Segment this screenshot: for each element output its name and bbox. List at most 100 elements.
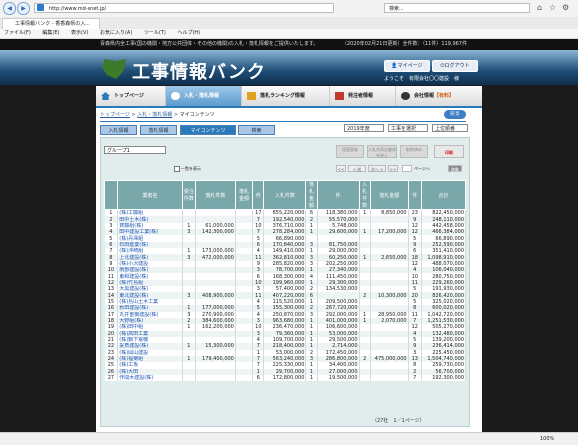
table-cell: [195, 209, 236, 217]
col-x: 落札金額: [234, 180, 254, 210]
menu-tools[interactable]: ツール(T): [144, 30, 166, 36]
table-cell: [182, 374, 196, 382]
status-bar: 100%: [0, 432, 578, 445]
table-cell: 19,500,000: [317, 374, 360, 382]
table-cell: [182, 209, 196, 217]
home-icon[interactable]: ⌂: [537, 3, 542, 12]
forward-arrow-icon[interactable]: ▶: [17, 2, 30, 15]
favorites-star-icon[interactable]: ☆: [549, 3, 556, 12]
order-select[interactable]: 上位順番: [432, 124, 468, 132]
page-label: ページへ: [414, 166, 430, 171]
tab-mycontents[interactable]: マイコンテンツ: [180, 125, 236, 135]
col-amount4: 落札金額: [369, 180, 409, 210]
table-cell: 177,000,000: [195, 305, 236, 312]
menu-edit[interactable]: 編集(E): [42, 30, 59, 36]
col-total: 合計: [420, 180, 467, 210]
tab-award[interactable]: 落札情報: [140, 125, 177, 135]
table-cell: 8,850,000: [370, 209, 409, 217]
menu-bar: ファイル(F) 編集(E) 表示(V) お気に入り(A) ツール(T) ヘルプ(…: [0, 29, 578, 39]
company-name-link[interactable]: (株)工藤組: [117, 209, 183, 217]
table-cell: [235, 209, 254, 217]
company-table: 業者名 受注件数 落札件数 落札金額 件 入札件数 落札金額 件 入札件数 落札…: [103, 180, 467, 382]
nav-top-page[interactable]: トップページ: [96, 86, 166, 106]
page-input[interactable]: [402, 165, 412, 172]
table-cell: 162,200,000: [195, 324, 236, 331]
nav-bid-info[interactable]: 入札・落札情報: [166, 86, 242, 106]
settings-gear-icon[interactable]: ⚙: [562, 3, 569, 12]
breadcrumb-top[interactable]: トップページ: [100, 112, 130, 118]
table-cell: 1,504,740,000: [421, 355, 467, 363]
table-cell: 23: [408, 209, 422, 217]
table-cell: 1,042,720,000: [421, 311, 467, 318]
table-cell: 6: [252, 374, 265, 382]
table-cell: 172,800,000: [263, 374, 307, 382]
address-bar[interactable]: http://www.md-snet.jp/: [34, 3, 334, 13]
table-cell: 118,380,000: [317, 209, 360, 217]
col-amount1: 落札件数: [194, 180, 236, 210]
col-count4: 入札件数: [358, 180, 371, 210]
table-cell: 1: [104, 209, 119, 217]
nav-ranking[interactable]: 落札ランキング情報: [242, 86, 330, 106]
col-total-count: 件: [407, 180, 422, 210]
menu-help[interactable]: ヘルプ(H): [177, 30, 200, 36]
table-cell: 173,000,000: [195, 248, 236, 255]
list-checkbox[interactable]: [174, 166, 180, 172]
col-count3: 落札金額: [305, 180, 318, 210]
register-button[interactable]: 段落登録: [336, 145, 364, 158]
table-cell: [370, 374, 409, 382]
table-cell: 27: [104, 374, 119, 382]
deleted-button[interactable]: 削除済み: [400, 145, 428, 158]
col-no: [103, 180, 119, 210]
table-cell: 270,900,000: [195, 311, 236, 318]
type-select[interactable]: 工事を選択: [388, 124, 428, 132]
breadcrumb-bid[interactable]: 入札・落札情報: [137, 112, 172, 118]
table-cell: 655,220,000: [263, 209, 307, 217]
menu-view[interactable]: 表示(V): [71, 30, 88, 36]
table-cell: 1: [305, 374, 318, 382]
table-cell: [235, 374, 254, 382]
mypage-button[interactable]: 👤マイページ: [384, 60, 430, 72]
breadcrumb: トップページ > 入札・落札情報 > マイコンテンツ: [100, 112, 215, 118]
menu-favorites[interactable]: お気に入り(A): [100, 30, 132, 36]
top-notice: 青森県内全工事(国の機関・地方公共団体・その他の機関)の入札・落札情報をご提供い…: [100, 41, 319, 47]
prev-page-button[interactable]: < 前: [348, 165, 366, 172]
year-select[interactable]: 2019年度: [344, 124, 384, 132]
col-count1: 受注件数: [181, 180, 196, 210]
group-select[interactable]: グループ1: [104, 146, 166, 154]
site-logo[interactable]: 工事情報バンク: [132, 58, 266, 84]
last-page-button[interactable]: >>: [388, 165, 398, 172]
top-notice-bar: 青森県内全工事(国の機関・地方公共団体・その他の機関)の入札・落札情報をご提供い…: [0, 39, 578, 50]
logout-button[interactable]: ⏻ログアウト: [432, 60, 478, 72]
zoom-level[interactable]: 100%: [540, 433, 554, 445]
nav-company[interactable]: 会社情報【有料】: [396, 86, 482, 106]
table-row[interactable]: 1 (株)工藤組 17 655,220,000 6 118,380,000 1 8,850,0…: [104, 209, 467, 217]
table-cell: 1,251,530,000: [421, 317, 467, 325]
update-info: （2020年02月21日更新）全件数：（11件）119,967件: [342, 41, 467, 47]
table-cell: 6: [305, 209, 318, 217]
first-page-button[interactable]: <<: [336, 165, 346, 172]
next-page-button[interactable]: 次へ >: [368, 165, 386, 172]
back-button[interactable]: 戻る: [444, 110, 466, 119]
company-name-link[interactable]: 作間木建設(株): [117, 374, 183, 382]
exclude-jv-button[interactable]: 入札共同企業体を除く: [367, 145, 397, 158]
building-icon: [335, 92, 344, 100]
print-button[interactable]: 印刷: [434, 145, 464, 158]
divider: [100, 121, 466, 122]
table-cell: 192,300,000: [421, 374, 467, 382]
browser-tab[interactable]: 工事情報バンク - 香香森県の入...: [2, 18, 100, 29]
table-row[interactable]: 27 作間木建設(株) 6 172,800,000 1 19,500,000 7 192,30…: [104, 374, 467, 382]
nav-orderer[interactable]: 発注者情報: [330, 86, 396, 106]
tab-bid[interactable]: 入札情報: [100, 125, 137, 135]
site-header: [0, 50, 578, 85]
back-arrow-icon[interactable]: ◀: [3, 2, 16, 15]
site-favicon-icon: [37, 4, 44, 11]
search-icon: [171, 92, 180, 100]
table-cell: 179,400,000: [195, 355, 236, 363]
chart-icon: [247, 92, 256, 100]
table-cell: 408,900,000: [195, 292, 236, 299]
browser-search-input[interactable]: 検索...: [384, 3, 530, 13]
menu-file[interactable]: ファイル(F): [4, 30, 31, 36]
breadcrumb-current: マイコンテンツ: [179, 112, 215, 118]
go-page-button[interactable]: 移動: [448, 165, 462, 172]
tab-search[interactable]: 検索: [238, 125, 275, 135]
